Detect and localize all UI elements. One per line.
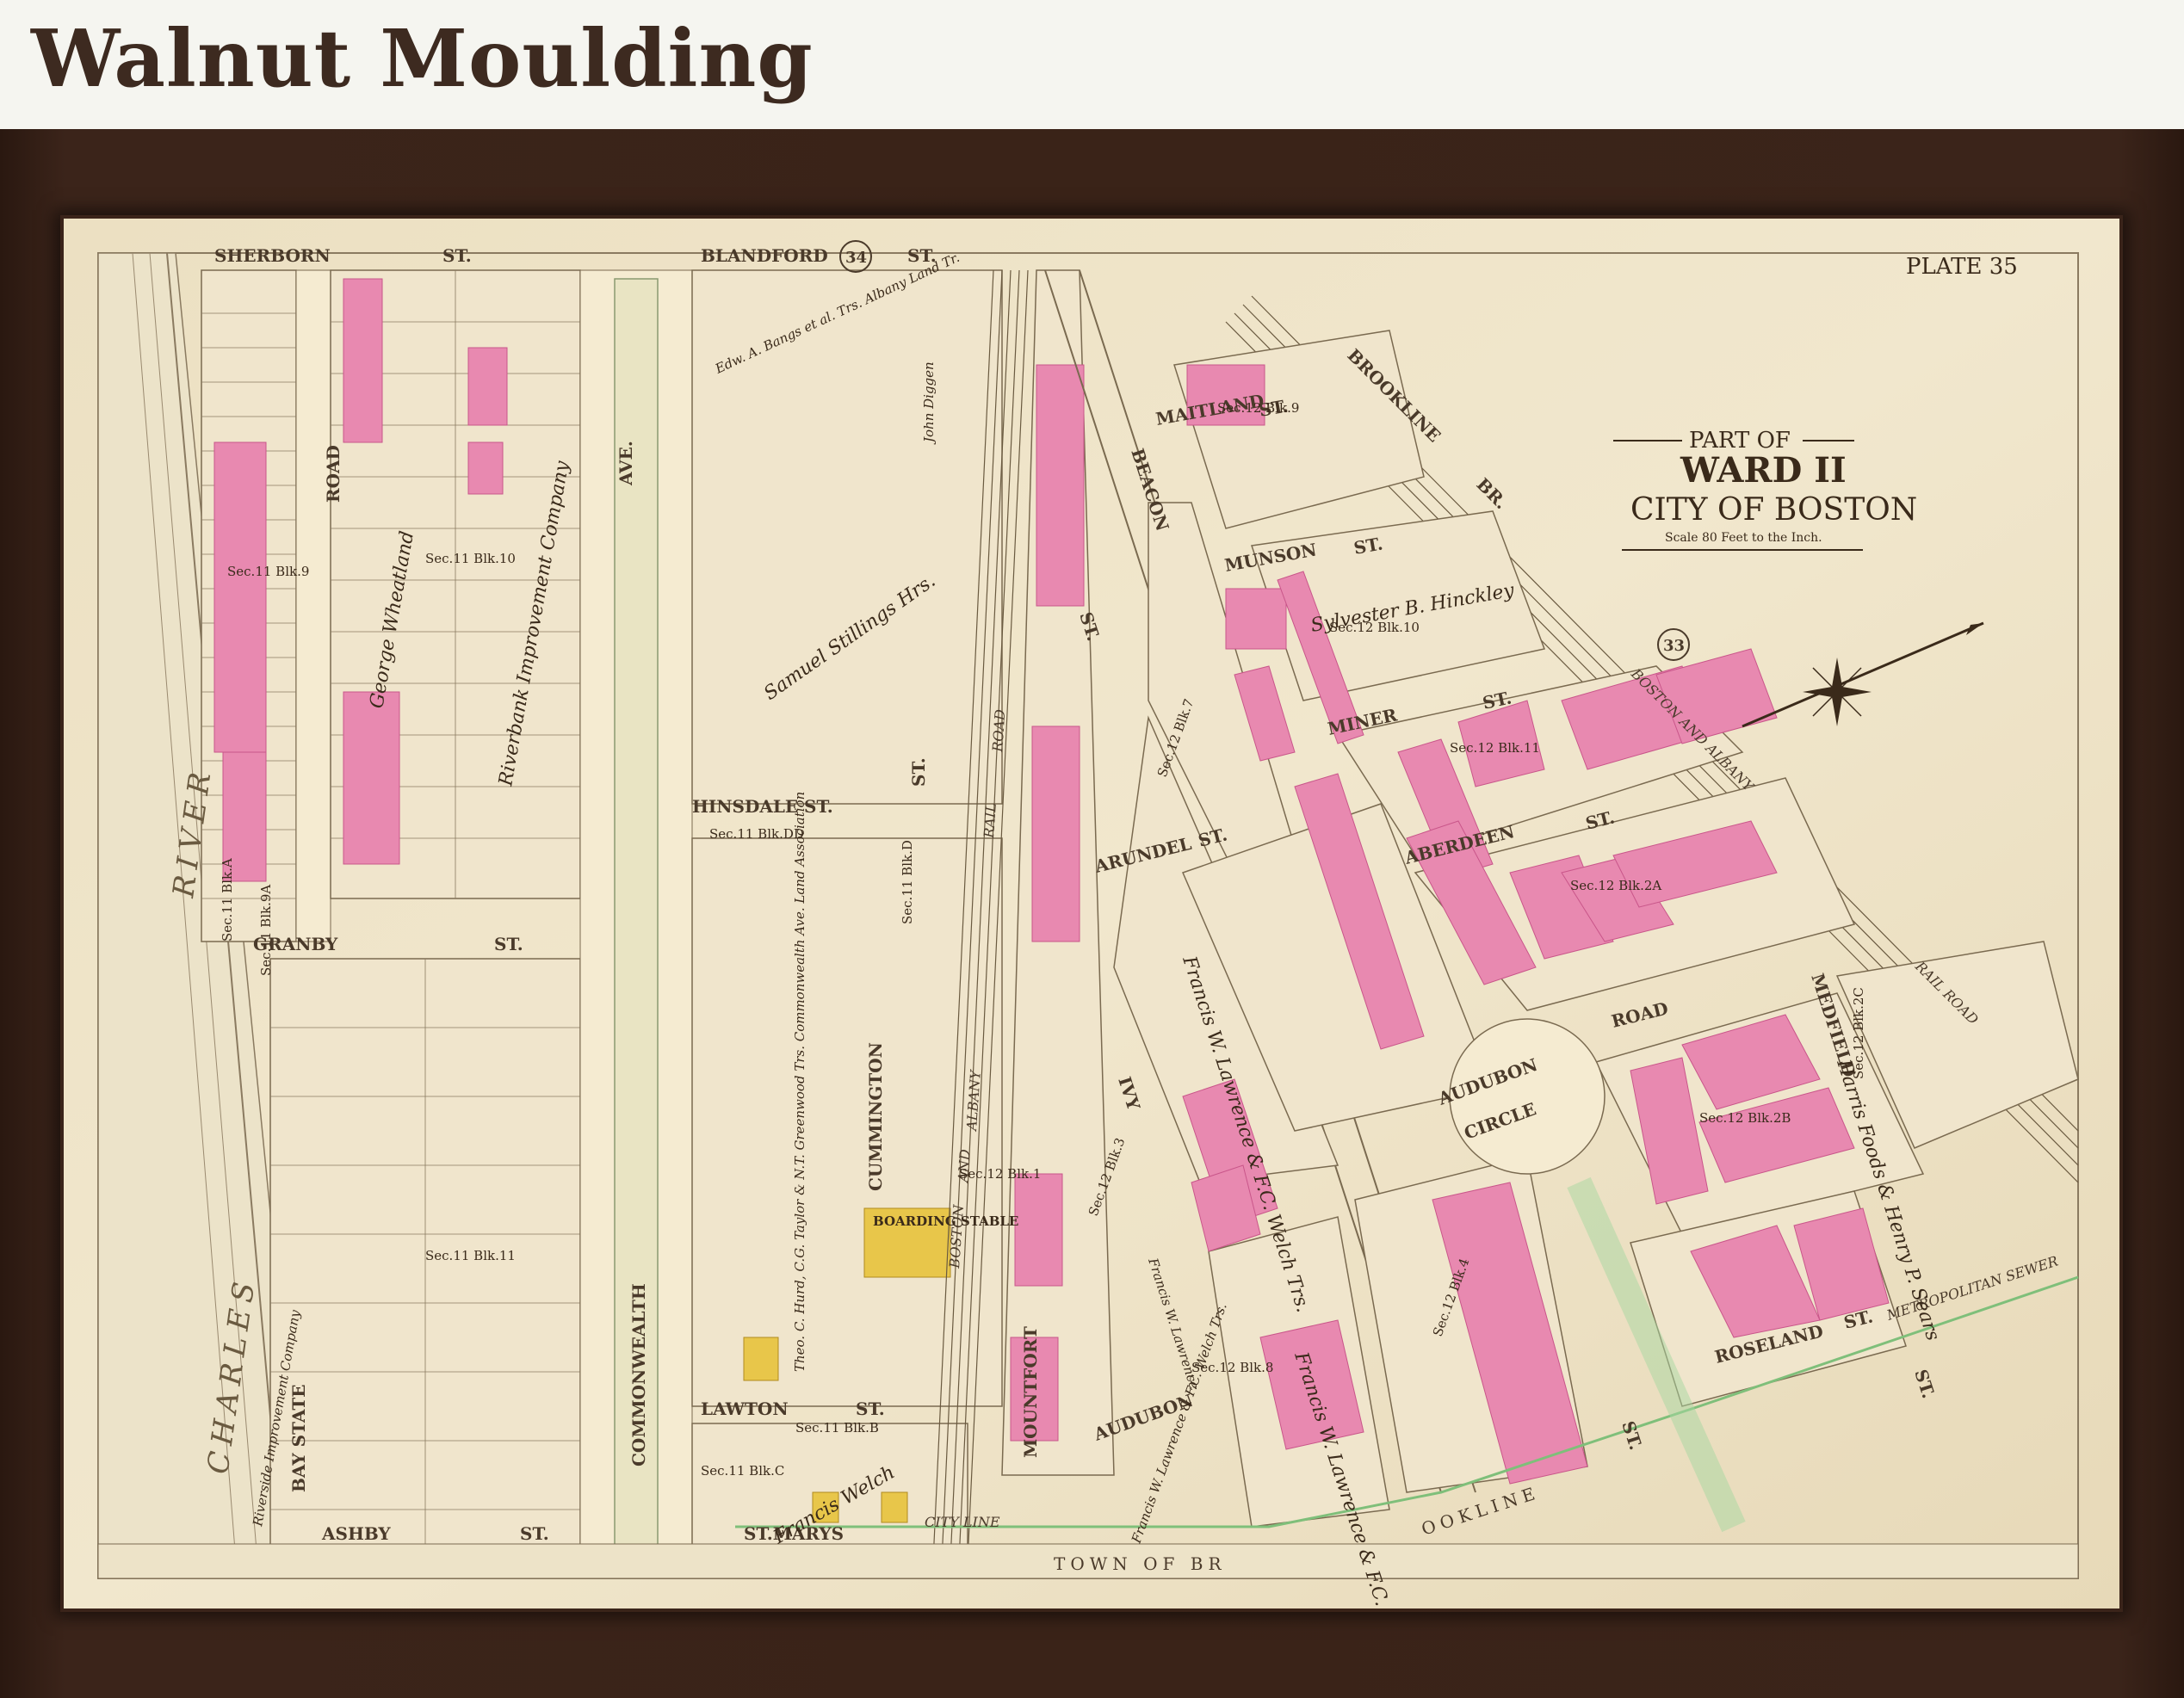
page-title: Walnut Moulding — [31, 12, 814, 105]
label-bay-state: BAY STATE — [288, 1385, 309, 1492]
cartouche-line2: WARD II — [1680, 450, 1847, 491]
map-svg: SHERBORN ST. BLANDFORD ST. MAITLAND ST. … — [64, 219, 2119, 1608]
cartouche-line3: CITY OF BOSTON — [1630, 492, 1917, 528]
label-st-granby: ST. — [494, 934, 523, 954]
section-label: Sec.12 Blk.2A — [1570, 878, 1661, 893]
label-blandford: BLANDFORD — [701, 245, 828, 266]
label-mountfort: MOUNTFORT — [1020, 1326, 1041, 1458]
section-label: Sec.11 Blk.9A — [258, 885, 274, 976]
section-label: Sec.11 Blk.11 — [425, 1248, 516, 1263]
section-label: Sec.11 Blk.C — [701, 1463, 784, 1479]
label-ashby: ASHBY — [321, 1523, 391, 1544]
label-cummington: CUMMINGTON — [865, 1042, 886, 1191]
walnut-frame: SHERBORN ST. BLANDFORD ST. MAITLAND ST. … — [0, 129, 2184, 1698]
owner-label: BOARDING STABLE — [873, 1213, 1018, 1229]
label-road: ROAD — [323, 445, 343, 503]
label-ave: AVE. — [616, 441, 636, 486]
label-st: ST. — [442, 245, 472, 266]
label-road-rr: ROAD — [989, 708, 1008, 753]
section-label: Sec.12 Blk.9 — [1217, 400, 1299, 416]
section-label: Sec.12 Blk.1 — [959, 1166, 1041, 1182]
block-hurd-taylor — [691, 837, 1003, 1407]
cartouche-scale: Scale 80 Feet to the Inch. — [1665, 531, 1822, 545]
label-rail: RAIL — [981, 803, 999, 840]
map-print[interactable]: SHERBORN ST. BLANDFORD ST. MAITLAND ST. … — [64, 219, 2119, 1608]
owner-label: John Diggen — [921, 361, 937, 445]
svg-text:34: 34 — [845, 249, 867, 267]
owner-label: Theo. C. Hurd, C.G. Taylor & N.T. Greenw… — [792, 792, 807, 1372]
svg-text:33: 33 — [1663, 637, 1685, 655]
label-st-ashby: ST. — [520, 1523, 549, 1544]
section-label: Sec.11 Blk.A — [220, 858, 235, 942]
section-label: Sec.12 Blk.2B — [1699, 1110, 1791, 1126]
section-label: Sec.11 Blk.DD — [709, 826, 804, 842]
label-commonwealth: COMMONWEALTH — [628, 1283, 649, 1466]
section-label: Sec.11 Blk.D — [900, 840, 915, 924]
section-label: Sec.11 Blk.10 — [425, 551, 516, 566]
yellow-building — [881, 1491, 908, 1523]
section-label: Sec.12 Blk.11 — [1450, 740, 1540, 756]
label-st-lawton: ST. — [856, 1399, 885, 1419]
label-hinsdale: HINSDALE — [692, 796, 798, 817]
label-st-hinsdale: ST. — [804, 796, 833, 817]
label-city-line: CITY LINE — [925, 1514, 1000, 1530]
label-lawton: LAWTON — [701, 1399, 789, 1419]
label-sherborn: SHERBORN — [214, 245, 331, 266]
bay-state-road — [295, 269, 331, 942]
section-label: Sec.11 Blk.9 — [227, 564, 309, 579]
label-town: TOWN OF BR — [1054, 1553, 1227, 1574]
yellow-building — [743, 1337, 779, 1381]
page-header: Walnut Moulding — [0, 0, 2184, 129]
plate-label: PLATE 35 — [1906, 254, 2018, 280]
label-st-cumm: ST. — [908, 757, 929, 787]
section-label: Sec.11 Blk.B — [795, 1420, 879, 1436]
